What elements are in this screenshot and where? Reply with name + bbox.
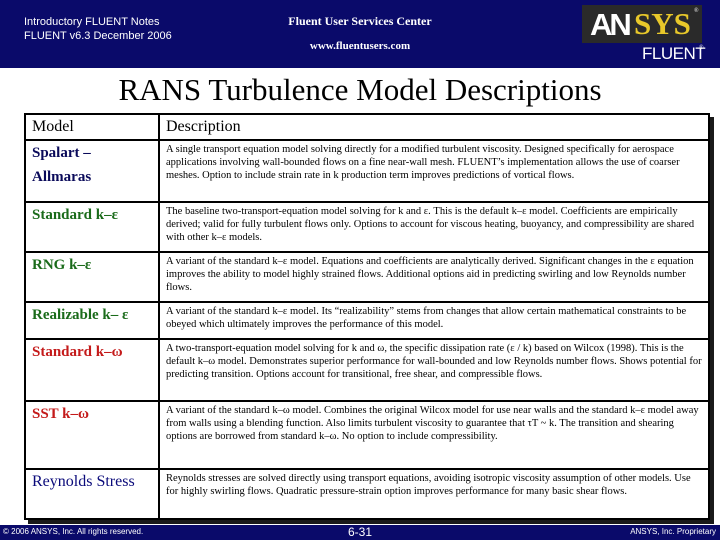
logo-text-sys: SYS xyxy=(634,6,691,41)
model-name: SST k–ω xyxy=(24,400,160,470)
model-description: A single transport equation model solvin… xyxy=(158,139,710,203)
model-name: Standard k–ω xyxy=(24,338,160,402)
model-description: A variant of the standard k–ε model. Equ… xyxy=(158,251,710,303)
model-name: RNG k–ε xyxy=(24,251,160,303)
model-name: Realizable k– ε xyxy=(24,301,160,340)
model-description: A variant of the standard k–ε model. Its… xyxy=(158,301,710,340)
copyright-text: © 2006 ANSYS, Inc. All rights reserved. xyxy=(3,527,144,536)
table-header-row: Model Description xyxy=(24,113,710,141)
model-description: Reynolds stresses are solved directly us… xyxy=(158,468,710,520)
registered-mark-icon: ® xyxy=(694,8,699,14)
model-name: Reynolds Stress xyxy=(24,468,160,520)
ansys-fluent-logo: AN SYS ® FLUENT ® xyxy=(582,5,710,63)
model-name: Spalart – Allmaras xyxy=(24,139,160,203)
services-center-url[interactable]: www.fluentusers.com xyxy=(250,40,470,52)
table-row: Spalart – Allmaras A single transport equ… xyxy=(24,139,710,203)
table-row: Standard k–ε The baseline two-transport-e… xyxy=(24,201,710,253)
model-description: The baseline two-transport-equation mode… xyxy=(158,201,710,253)
course-info: Introductory FLUENT Notes FLUENT v6.3 De… xyxy=(24,15,172,43)
column-header-model: Model xyxy=(24,113,160,141)
version-line: FLUENT v6.3 December 2006 xyxy=(24,30,172,42)
model-table-container: Model Description Spalart – Allmaras A si… xyxy=(24,113,710,520)
table-row: SST k–ω A variant of the standard k–ω mod… xyxy=(24,400,710,470)
model-description: A variant of the standard k–ω model. Com… xyxy=(158,400,710,470)
services-center: Fluent User Services Center www.fluentus… xyxy=(250,14,470,52)
services-center-title: Fluent User Services Center xyxy=(288,14,432,28)
table-row: Reynolds Stress Reynolds stresses are sol… xyxy=(24,468,710,520)
column-header-description: Description xyxy=(158,113,710,141)
logo-text-an: AN xyxy=(590,7,632,42)
course-line: Introductory FLUENT Notes xyxy=(24,16,160,28)
proprietary-text: ANSYS, Inc. Proprietary xyxy=(630,527,716,536)
registered-mark-icon: ® xyxy=(699,45,704,51)
logo-text-fluent: FLUENT xyxy=(642,44,706,63)
header-bar: Introductory FLUENT Notes FLUENT v6.3 De… xyxy=(0,0,720,68)
model-description: A two-transport-equation model solving f… xyxy=(158,338,710,402)
footer-bar: © 2006 ANSYS, Inc. All rights reserved. … xyxy=(0,525,720,540)
table-row: RNG k–ε A variant of the standard k–ε mod… xyxy=(24,251,710,303)
table-row: Realizable k– εA variant of the standard… xyxy=(24,301,710,340)
table-row: Standard k–ω A two-transport-equation mod… xyxy=(24,338,710,402)
page-number: 6-31 xyxy=(347,525,373,539)
model-table: Model Description Spalart – Allmaras A si… xyxy=(24,113,710,520)
model-name: Standard k–ε xyxy=(24,201,160,253)
page-title: RANS Turbulence Model Descriptions xyxy=(118,72,602,107)
